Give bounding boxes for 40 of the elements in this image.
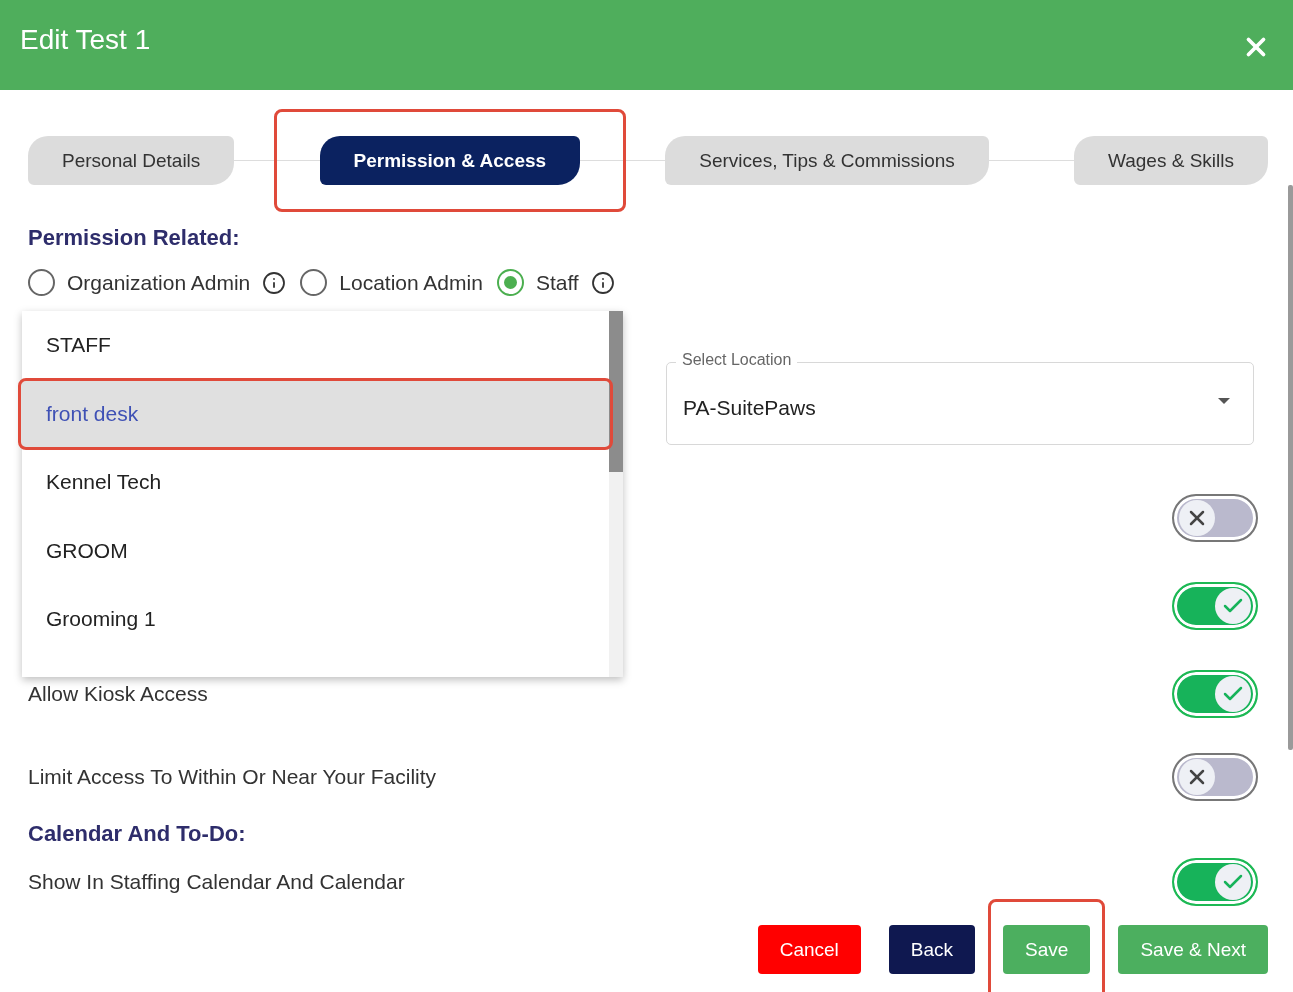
radio-label: Organization Admin [67,270,251,295]
menu-item[interactable]: front desk [22,379,609,448]
toggle-switch[interactable] [1172,753,1258,801]
radio-button[interactable] [496,269,524,296]
radio-button[interactable] [28,269,55,296]
close-icon [1179,500,1215,536]
check-icon [1215,588,1251,624]
field-value: PA-SuitePaws [683,395,816,420]
section-heading: Calendar And To-Do: [28,821,247,847]
menu-item[interactable]: GROOM [22,516,609,585]
caret-icon [1218,397,1230,404]
toggle-switch[interactable] [1172,669,1258,718]
setting-label: Allow Kiosk Access [28,681,208,706]
tab[interactable]: Services, Tips & Commissions [665,136,989,185]
close-icon [1179,759,1215,795]
toggle-switch[interactable] [1172,494,1258,542]
menu-item[interactable]: Kennel Tech [22,448,609,517]
tab[interactable]: Permission & Access [319,136,581,185]
menu-item[interactable]: Grooming 1 [22,585,609,654]
radio-button[interactable] [300,269,328,296]
check-icon [1215,864,1251,900]
cancel-button[interactable]: Cancel [757,925,861,974]
section-heading: Permission Related: [28,225,241,251]
radio-label: Location Admin [339,270,483,295]
tab[interactable]: Personal Details [28,136,235,185]
window-title: Edit Test 1 [20,24,151,56]
scrollbar-thumb[interactable] [609,311,623,472]
toggle-switch[interactable] [1172,858,1258,906]
back-button[interactable]: Back [888,925,976,974]
radio-label: Staff [535,270,579,295]
menu-item[interactable]: STAFF [22,311,609,380]
info-icon[interactable] [262,270,287,295]
setting-label: Limit Access To Within Or Near Your Facility [28,765,437,789]
location-select[interactable]: Select Location PA-SuitePaws [666,351,1254,445]
tab[interactable]: Wages & Skills [1074,136,1268,185]
scrollbar-thumb[interactable] [1288,185,1293,750]
info-icon[interactable] [590,270,615,295]
toggle-switch[interactable] [1172,582,1258,630]
setting-label: Show In Staffing Calendar And Calendar [28,870,405,894]
check-icon [1215,675,1251,712]
